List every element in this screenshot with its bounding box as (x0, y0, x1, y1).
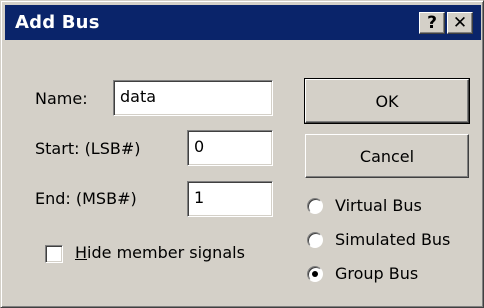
hide-signals-label[interactable]: Hide member signals (75, 243, 245, 262)
radio-simulated-bus[interactable] (307, 232, 323, 248)
end-label: End: (MSB#) (35, 189, 137, 208)
ok-button-label: OK (375, 91, 399, 111)
start-input[interactable]: 0 (187, 130, 273, 166)
simulated-bus-label[interactable]: Simulated Bus (335, 230, 450, 249)
virtual-bus-label[interactable]: Virtual Bus (335, 196, 422, 215)
start-label: Start: (LSB#) (35, 139, 141, 158)
radio-group-bus[interactable] (307, 266, 323, 282)
add-bus-dialog: Add Bus ? ✕ Name: data Start: (LSB#) 0 E… (0, 0, 484, 308)
hide-signals-hotkey: H (75, 243, 88, 262)
title-bar[interactable]: Add Bus ? ✕ (5, 5, 481, 40)
cancel-button-label: Cancel (359, 146, 415, 166)
window-title: Add Bus (15, 12, 100, 33)
hide-signals-text: ide member signals (87, 243, 245, 262)
end-input[interactable]: 1 (187, 181, 273, 217)
ok-button[interactable]: OK (304, 78, 470, 124)
help-icon[interactable]: ? (419, 12, 445, 34)
cancel-button[interactable]: Cancel (305, 134, 469, 178)
radio-virtual-bus[interactable] (307, 198, 323, 214)
group-bus-label[interactable]: Group Bus (335, 264, 418, 283)
name-input[interactable]: data (113, 80, 273, 116)
name-label: Name: (35, 89, 88, 108)
hide-signals-checkbox[interactable] (45, 245, 63, 263)
close-icon[interactable]: ✕ (447, 12, 473, 34)
